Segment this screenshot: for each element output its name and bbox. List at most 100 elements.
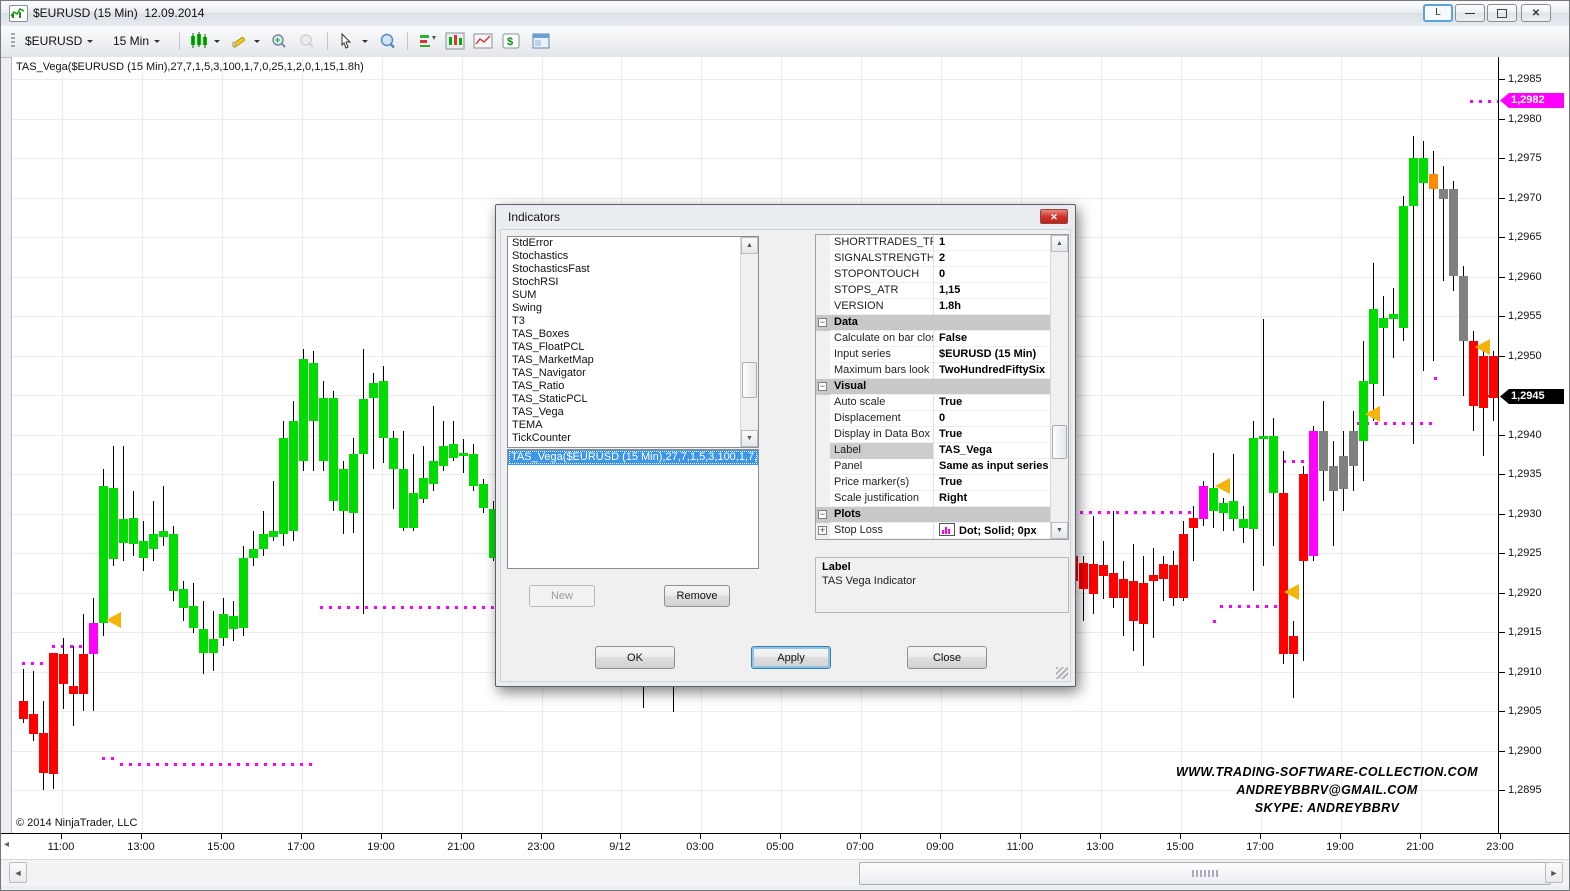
property-row[interactable]: PanelSame as input series bbox=[816, 459, 1051, 475]
property-row[interactable]: STOPONTOUCH0 bbox=[816, 267, 1051, 283]
scrollbar-right-arrow[interactable]: ► bbox=[1545, 862, 1563, 883]
property-row[interactable]: Maximum bars look bTwoHundredFiftySix bbox=[816, 363, 1051, 379]
property-row[interactable]: SHORTTRADES_TR1 bbox=[816, 235, 1051, 251]
scroll-left-arrow[interactable]: ◂ bbox=[4, 839, 9, 850]
property-label: STOPONTOUCH bbox=[830, 267, 934, 283]
indicator-list-item[interactable]: TEMA bbox=[508, 419, 758, 432]
indicator-list-item[interactable]: TAS_StaticPCL bbox=[508, 393, 758, 406]
property-row-gutter bbox=[816, 459, 830, 475]
property-value: True bbox=[934, 475, 1051, 491]
indicator-list-item[interactable]: StochRSI bbox=[508, 276, 758, 289]
interval-dropdown[interactable]: 15 Min bbox=[113, 30, 160, 52]
scroll-down-arrow[interactable]: ▼ bbox=[1051, 522, 1068, 539]
property-row[interactable]: Scale justificationRight bbox=[816, 491, 1051, 507]
candlestick bbox=[1229, 501, 1238, 519]
property-row[interactable]: STOPS_ATR1,15 bbox=[816, 283, 1051, 299]
expand-collapse-icon[interactable]: − bbox=[818, 510, 827, 519]
instrument-dropdown[interactable]: $EURUSD bbox=[25, 30, 93, 52]
panel-button[interactable] bbox=[531, 30, 551, 52]
property-row[interactable]: Displacement0 bbox=[816, 411, 1051, 427]
indicator-list-item[interactable]: TAS_Boxes bbox=[508, 328, 758, 341]
dialog-close-button[interactable]: ✕ bbox=[1040, 209, 1068, 224]
scroll-down-arrow[interactable]: ▼ bbox=[741, 430, 758, 447]
magnifier-button[interactable] bbox=[377, 30, 397, 52]
indicator-list-item[interactable]: TAS_FloatPCL bbox=[508, 341, 758, 354]
cursor-button[interactable] bbox=[337, 30, 368, 52]
property-row[interactable]: Display in Data BoxTrue bbox=[816, 427, 1051, 443]
toolbar-grip[interactable] bbox=[11, 33, 15, 49]
scrollbar-left-arrow[interactable]: ◄ bbox=[9, 862, 27, 883]
horizontal-scrollbar[interactable]: ◄ ► bbox=[1, 859, 1570, 886]
property-grid-scrollbar[interactable]: ▲ ▼ bbox=[1050, 235, 1068, 539]
price-marker-tag: 1,2982 bbox=[1500, 93, 1564, 108]
time-axis[interactable]: ◂ 11:0013:0015:0017:0019:0021:0023:009/1… bbox=[1, 833, 1570, 860]
price-axis[interactable]: 1,29851,29801,29751,29701,29651,29601,29… bbox=[1498, 57, 1570, 833]
resize-grip[interactable] bbox=[1056, 667, 1068, 679]
expand-collapse-icon[interactable]: + bbox=[818, 526, 827, 535]
minimize-button[interactable]: — bbox=[1455, 4, 1485, 22]
candlestick bbox=[109, 488, 118, 559]
apply-button[interactable]: Apply bbox=[751, 646, 831, 669]
expand-collapse-icon[interactable]: − bbox=[818, 382, 827, 391]
zoom-in-button[interactable]: + bbox=[269, 30, 289, 52]
indicator-list-item[interactable]: T3 bbox=[508, 315, 758, 328]
chart-style-button[interactable] bbox=[189, 30, 220, 52]
candlestick bbox=[1299, 474, 1308, 561]
chart-trader-button[interactable] bbox=[417, 30, 437, 52]
property-row[interactable]: Price marker(s)True bbox=[816, 475, 1051, 491]
indicator-list-item[interactable]: TAS_Navigator bbox=[508, 367, 758, 380]
indicator-list-item[interactable]: TickCounter bbox=[508, 432, 758, 445]
property-row[interactable]: VERSION1.8h bbox=[816, 299, 1051, 315]
property-row[interactable]: LabelTAS_Vega bbox=[816, 443, 1051, 459]
ok-button[interactable]: OK bbox=[595, 646, 675, 669]
configured-indicators-list[interactable]: TAS_Vega($EURUSD (15 Min),27,7,1,5,3,100… bbox=[507, 449, 759, 569]
dialog-close-action-button[interactable]: Close bbox=[907, 646, 987, 669]
property-category-row[interactable]: −Plots bbox=[816, 507, 1051, 523]
indicator-list-item[interactable]: Swing bbox=[508, 302, 758, 315]
candlestick bbox=[159, 531, 168, 537]
indicator-list-item[interactable]: Stochastics bbox=[508, 250, 758, 263]
selected-indicator-row[interactable]: TAS_Vega($EURUSD (15 Min),27,7,1,5,3,100… bbox=[508, 450, 758, 465]
mini-chart-button[interactable] bbox=[473, 30, 493, 52]
remove-button[interactable]: Remove bbox=[664, 585, 730, 607]
close-button[interactable]: ✕ bbox=[1521, 4, 1551, 22]
expand-collapse-icon[interactable]: − bbox=[818, 318, 827, 327]
scroll-up-arrow[interactable]: ▲ bbox=[1051, 235, 1068, 252]
price-tick bbox=[1499, 790, 1505, 791]
property-row[interactable]: Input series$EURUSD (15 Min) bbox=[816, 347, 1051, 363]
available-indicators-list[interactable]: StdErrorStochasticsStochasticsFastStochR… bbox=[507, 236, 759, 448]
scrollbar-thumb[interactable] bbox=[859, 862, 1551, 885]
scrollbar-thumb[interactable] bbox=[742, 362, 757, 398]
maximize-button[interactable] bbox=[1487, 4, 1517, 22]
list-scrollbar[interactable]: ▲ ▼ bbox=[740, 237, 758, 447]
indicator-list-item[interactable]: TAS_Ratio bbox=[508, 380, 758, 393]
time-axis-label: 9/12 bbox=[609, 841, 630, 853]
indicator-list-item[interactable]: StdError bbox=[508, 237, 758, 250]
time-tick bbox=[700, 834, 701, 839]
link-button[interactable]: L bbox=[1423, 4, 1453, 22]
indicator-list-item[interactable]: SUM bbox=[508, 289, 758, 302]
stoploss-dotted-line bbox=[1357, 422, 1434, 425]
candlestick bbox=[1409, 158, 1418, 206]
property-row[interactable]: Calculate on bar closFalse bbox=[816, 331, 1051, 347]
draw-button[interactable] bbox=[229, 30, 260, 52]
property-row[interactable]: SIGNALSTRENGTH2 bbox=[816, 251, 1051, 267]
data-series-button[interactable] bbox=[445, 30, 465, 52]
stoploss-dotted-line bbox=[22, 662, 48, 665]
property-category-row[interactable]: −Data bbox=[816, 315, 1051, 331]
new-button[interactable]: New bbox=[529, 585, 595, 607]
property-category-row[interactable]: −Visual bbox=[816, 379, 1051, 395]
indicator-list-item[interactable]: TAS_MarketMap bbox=[508, 354, 758, 367]
property-row[interactable]: Auto scaleTrue bbox=[816, 395, 1051, 411]
title-bar[interactable]: $EURUSD (15 Min) 12.09.2014 L — ✕ bbox=[1, 1, 1569, 27]
indicator-list-item[interactable]: TAS_Vega bbox=[508, 406, 758, 419]
zoom-out-button[interactable] bbox=[297, 30, 317, 52]
account-data-button[interactable]: $ bbox=[501, 30, 521, 52]
property-grid[interactable]: SHORTTRADES_TR1SIGNALSTRENGTH2STOPONTOUC… bbox=[815, 234, 1069, 540]
price-axis-label: 1,2940 bbox=[1508, 429, 1542, 441]
scroll-up-arrow[interactable]: ▲ bbox=[741, 237, 758, 254]
toolbar-separator bbox=[179, 32, 180, 50]
scrollbar-thumb[interactable] bbox=[1052, 425, 1067, 459]
indicator-list-item[interactable]: StochasticsFast bbox=[508, 263, 758, 276]
property-row[interactable]: +Stop LossDot; Solid; 0px bbox=[816, 523, 1051, 539]
